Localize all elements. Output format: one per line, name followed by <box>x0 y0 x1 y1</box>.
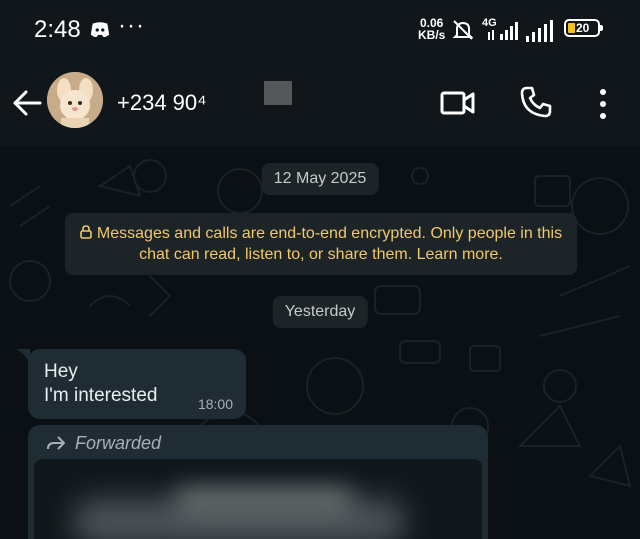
message-time: 18:00 <box>197 396 233 412</box>
battery-icon: 20 <box>564 19 603 37</box>
status-bar: 2:48 ··· 0.06 KB/s 4G 20 <box>0 0 640 62</box>
encryption-notice[interactable]: Messages and calls are end-to-end encryp… <box>65 213 577 275</box>
lock-icon <box>80 225 92 239</box>
message-bubble[interactable]: Hey I'm interested 18:00 <box>16 349 246 419</box>
forward-icon <box>47 436 65 450</box>
signal-4g-icon: 4G <box>482 17 518 40</box>
signal-bars-icon <box>526 20 553 42</box>
network-speed: 0.06 KB/s <box>418 16 446 42</box>
video-call-icon[interactable] <box>440 86 476 120</box>
forwarded-media[interactable] <box>34 459 482 539</box>
date-chip: 12 May 2025 <box>261 163 379 195</box>
avatar[interactable] <box>47 72 103 128</box>
discord-icon <box>90 22 110 38</box>
muted-bell-icon <box>452 20 474 40</box>
contact-name[interactable]: +234 90⁴ <box>117 90 207 116</box>
chat-header: +234 90⁴ <box>0 62 640 146</box>
redaction-box <box>264 81 292 105</box>
day-chip: Yesterday <box>272 296 368 328</box>
bubble-tail <box>16 349 30 363</box>
more-notifications-icon: ··· <box>118 12 145 39</box>
voice-call-icon[interactable] <box>519 85 553 119</box>
status-time: 2:48 <box>34 16 81 43</box>
encryption-text: Messages and calls are end-to-end encryp… <box>96 225 563 263</box>
chat-area[interactable]: 12 May 2025 Messages and calls are end-t… <box>0 146 640 539</box>
svg-text:4G: 4G <box>482 17 497 29</box>
more-options-icon[interactable] <box>596 87 610 121</box>
forwarded-label: Forwarded <box>46 433 161 454</box>
message-text: Hey I'm interested <box>44 361 158 406</box>
back-arrow-icon[interactable] <box>10 86 44 120</box>
forwarded-message[interactable]: Forwarded <box>28 425 488 539</box>
